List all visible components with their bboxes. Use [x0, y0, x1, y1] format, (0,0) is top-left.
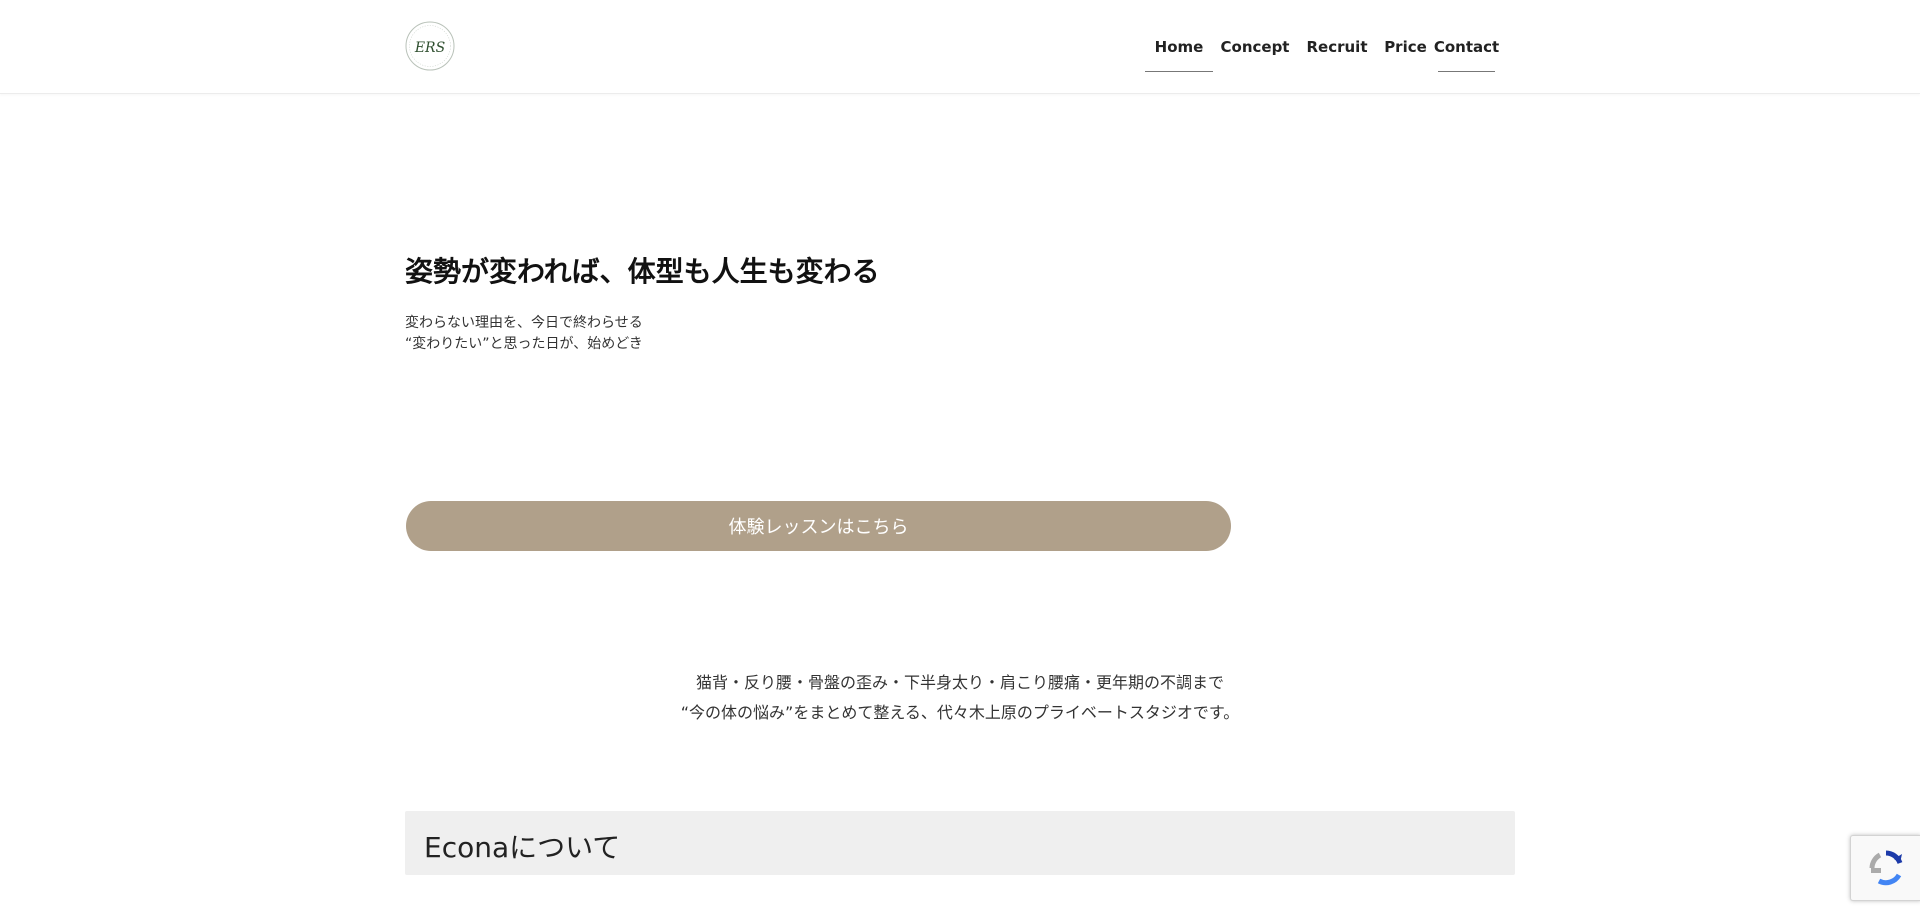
hero-subtitle-line: “変わりたい”と思った日が、始めどき	[405, 336, 643, 352]
about-section-title: Econaについて	[424, 831, 621, 864]
nav-concept[interactable]: Concept	[1213, 0, 1297, 93]
svg-text:ERS: ERS	[414, 40, 445, 56]
about-section-header: Econaについて	[405, 811, 1515, 875]
trial-lesson-button[interactable]: 体験レッスンはこちら	[406, 501, 1231, 551]
nav-price[interactable]: Price	[1377, 0, 1434, 93]
main-nav: Home Concept Recruit Price Contact	[1145, 0, 1499, 93]
nav-contact[interactable]: Contact	[1434, 0, 1499, 93]
site-header: ERS Home Concept Recruit Price Contact	[0, 0, 1920, 94]
nav-home[interactable]: Home	[1145, 0, 1213, 93]
nav-recruit[interactable]: Recruit	[1297, 0, 1377, 93]
logo-emblem-icon: ERS	[405, 21, 455, 71]
hero-subtitle: 変わらない理由を、今日で終わらせる “変わりたい”と思った日が、始めどき	[405, 313, 643, 355]
recaptcha-badge[interactable]	[1850, 835, 1920, 901]
intro-text: 猫背・反り腰・骨盤の歪み・下半身太り・肩こり腰痛・更年期の不調まで “今の体の悩…	[405, 668, 1515, 728]
hero-subtitle-line: 変わらない理由を、今日で終わらせる	[405, 315, 643, 331]
site-logo[interactable]: ERS	[405, 21, 455, 71]
intro-line: 猫背・反り腰・骨盤の歪み・下半身太り・肩こり腰痛・更年期の不調まで	[695, 673, 1224, 692]
hero-title: 姿勢が変われば、体型も人生も変わる	[405, 255, 880, 288]
recaptcha-icon	[1869, 850, 1903, 886]
intro-line: “今の体の悩み”をまとめて整える、代々木上原のプライベートスタジオです。	[680, 703, 1240, 722]
